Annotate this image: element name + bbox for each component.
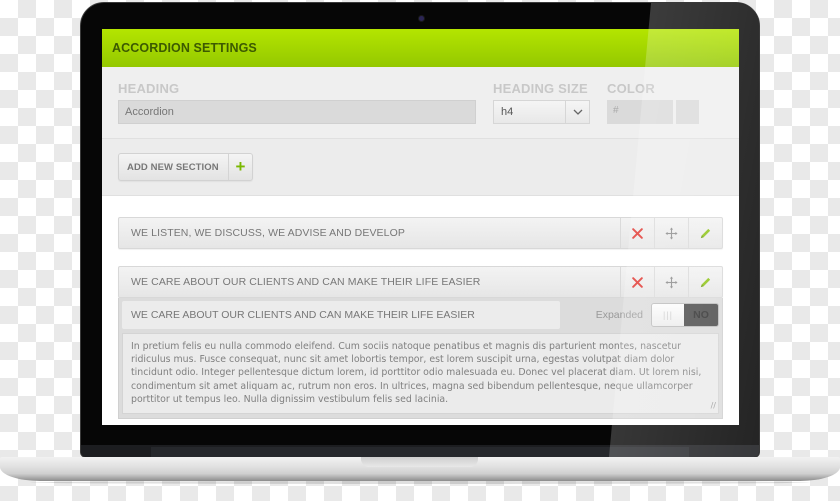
delete-icon[interactable]: [620, 267, 654, 297]
laptop-base: [0, 457, 840, 481]
screen: ACCORDION SETTINGS HEADING HEADING SIZE …: [102, 29, 739, 425]
heading-label: HEADING: [118, 81, 180, 96]
accordion-section[interactable]: WE LISTEN, WE DISCUSS, WE ADVISE AND DEV…: [118, 217, 723, 249]
section-body-text: In pretium felis eu nulla commodo eleife…: [131, 341, 702, 405]
toggle-knob[interactable]: |||: [652, 304, 684, 326]
color-swatch[interactable]: [676, 100, 699, 124]
accordion-section[interactable]: WE CARE ABOUT OUR CLIENTS AND CAN MAKE T…: [118, 266, 723, 298]
heading-size-value: h4: [501, 106, 514, 118]
section-title: WE CARE ABOUT OUR CLIENTS AND CAN MAKE T…: [131, 276, 481, 288]
camera-icon: [418, 15, 425, 22]
section-body-textarea[interactable]: In pretium felis eu nulla commodo eleife…: [122, 333, 719, 414]
expanded-toggle[interactable]: ||| NO: [651, 303, 719, 327]
resize-grip-icon[interactable]: //: [711, 399, 716, 412]
add-section-row: ADD NEW SECTION +: [102, 139, 739, 196]
section-title: WE LISTEN, WE DISCUSS, WE ADVISE AND DEV…: [131, 227, 405, 239]
edit-icon[interactable]: [688, 267, 722, 297]
bezel-bottom: [81, 445, 759, 457]
heading-input[interactable]: Accordion: [118, 100, 476, 124]
plus-icon[interactable]: +: [228, 154, 252, 180]
section-title-input[interactable]: WE CARE ABOUT OUR CLIENTS AND CAN MAKE T…: [122, 301, 560, 329]
add-new-section-button[interactable]: ADD NEW SECTION +: [118, 153, 253, 181]
move-icon[interactable]: [654, 218, 688, 248]
delete-icon[interactable]: [620, 218, 654, 248]
panel-header: ACCORDION SETTINGS: [102, 29, 739, 67]
toggle-state: NO: [684, 304, 718, 326]
sections-list: WE LISTEN, WE DISCUSS, WE ADVISE AND DEV…: [102, 196, 739, 419]
settings-row: HEADING HEADING SIZE COLOR Accordion h4 …: [102, 67, 739, 139]
laptop-lid: ACCORDION SETTINGS HEADING HEADING SIZE …: [80, 2, 760, 458]
heading-size-label: HEADING SIZE: [493, 81, 588, 96]
edit-icon[interactable]: [688, 218, 722, 248]
color-input[interactable]: #: [607, 100, 673, 124]
heading-size-select[interactable]: h4: [493, 100, 590, 124]
move-icon[interactable]: [654, 267, 688, 297]
section-editor-header: WE CARE ABOUT OUR CLIENTS AND CAN MAKE T…: [122, 301, 719, 329]
panel-title: ACCORDION SETTINGS: [112, 41, 257, 55]
chevron-down-icon[interactable]: [565, 101, 589, 123]
section-editor: WE CARE ABOUT OUR CLIENTS AND CAN MAKE T…: [118, 298, 723, 419]
expanded-label: Expanded: [595, 309, 643, 321]
lid-notch: [361, 457, 478, 467]
color-label: COLOR: [607, 81, 655, 96]
laptop-shadow: [30, 481, 810, 484]
add-new-section-label: ADD NEW SECTION: [127, 161, 219, 173]
